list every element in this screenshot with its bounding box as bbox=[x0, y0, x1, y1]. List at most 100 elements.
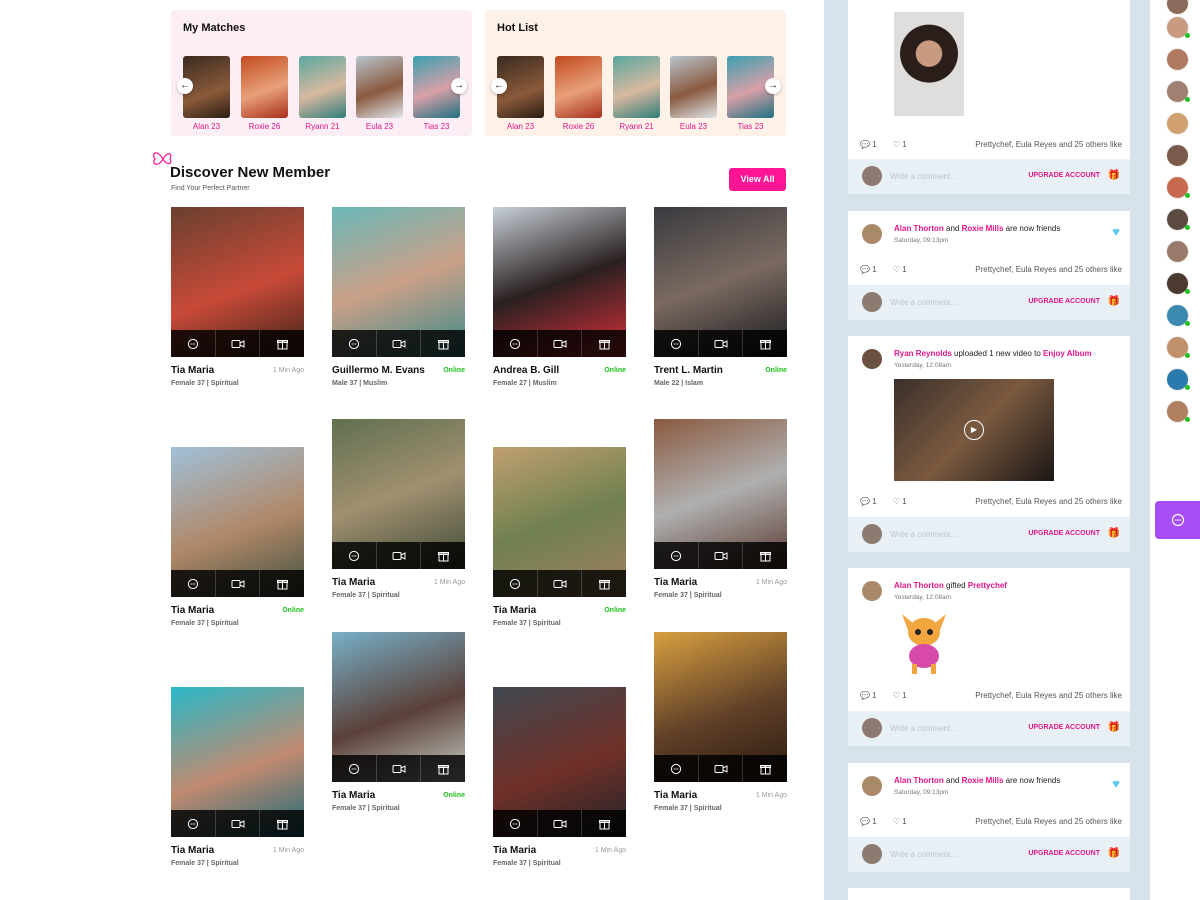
actor-link[interactable]: Ryan Reynolds bbox=[894, 349, 952, 358]
video-call-icon[interactable] bbox=[538, 570, 583, 597]
heart-icon[interactable]: ♡ bbox=[893, 140, 900, 149]
heart-icon[interactable]: ♡ bbox=[893, 265, 900, 274]
arrow-right-icon[interactable]: → bbox=[765, 78, 781, 94]
target-link[interactable]: Prettychef bbox=[968, 581, 1007, 590]
member-name[interactable]: Tia Maria bbox=[171, 845, 214, 856]
heart-icon[interactable]: ♡ bbox=[893, 691, 900, 700]
video-call-icon[interactable] bbox=[699, 755, 744, 782]
video-call-icon[interactable] bbox=[216, 330, 261, 357]
video-call-icon[interactable] bbox=[699, 330, 744, 357]
member-name[interactable]: Tia Maria bbox=[171, 365, 214, 376]
video-call-icon[interactable] bbox=[538, 330, 583, 357]
comment-input[interactable]: Write a comment... bbox=[890, 724, 957, 733]
gift-icon[interactable] bbox=[743, 330, 787, 357]
member-name[interactable]: Andrea B. Gill bbox=[493, 365, 559, 376]
member-photo[interactable] bbox=[654, 207, 787, 357]
member-name[interactable]: Guillermo M. Evans bbox=[332, 365, 425, 376]
member-card[interactable]: Tia Maria 1 Min Ago Female 37 | Spiritual bbox=[171, 207, 304, 387]
message-icon[interactable] bbox=[332, 755, 377, 782]
member-photo[interactable] bbox=[171, 207, 304, 357]
member-card[interactable]: Tia Maria Online Female 37 | Spiritual bbox=[171, 447, 304, 627]
view-all-button[interactable]: View All bbox=[729, 168, 786, 191]
member-name[interactable]: Tia Maria bbox=[493, 605, 536, 616]
member-photo[interactable] bbox=[171, 687, 304, 837]
gift-icon[interactable] bbox=[421, 330, 465, 357]
comment-icon[interactable]: 💬 bbox=[860, 691, 870, 700]
video-call-icon[interactable] bbox=[216, 570, 261, 597]
member-photo[interactable] bbox=[332, 419, 465, 569]
member-name[interactable]: Tia Maria bbox=[654, 577, 697, 588]
member-card[interactable]: Tia Maria 1 Min Ago Female 37 | Spiritual bbox=[332, 419, 465, 599]
target-link[interactable]: Enjoy Album bbox=[1043, 349, 1092, 358]
match-thumb[interactable] bbox=[299, 56, 346, 118]
member-name[interactable]: Tia Maria bbox=[493, 845, 536, 856]
gift-icon[interactable]: 🎁 bbox=[1108, 848, 1120, 859]
comment-input[interactable]: Write a comment... bbox=[890, 172, 957, 181]
target-link[interactable]: Roxie Mills bbox=[962, 776, 1004, 785]
member-name[interactable]: Trent L. Martin bbox=[654, 365, 723, 376]
user-avatar[interactable] bbox=[1166, 0, 1189, 15]
match-thumb[interactable] bbox=[356, 56, 403, 118]
member-card[interactable]: Tia Maria Online Female 37 | Spiritual bbox=[493, 447, 626, 627]
play-icon[interactable]: ▶ bbox=[964, 420, 984, 440]
member-photo[interactable] bbox=[654, 419, 787, 569]
gift-icon[interactable] bbox=[582, 810, 626, 837]
hot-thumb[interactable] bbox=[555, 56, 602, 118]
message-icon[interactable] bbox=[493, 570, 538, 597]
member-photo[interactable] bbox=[654, 632, 787, 782]
actor-link[interactable]: Alan Thorton bbox=[894, 581, 944, 590]
arrow-left-icon[interactable]: ← bbox=[491, 78, 507, 94]
arrow-right-icon[interactable]: → bbox=[451, 78, 467, 94]
message-icon[interactable] bbox=[493, 330, 538, 357]
hot-thumb[interactable] bbox=[613, 56, 660, 118]
comment-icon[interactable]: 💬 bbox=[860, 265, 870, 274]
arrow-left-icon[interactable]: ← bbox=[177, 78, 193, 94]
gift-icon[interactable] bbox=[582, 330, 626, 357]
message-icon[interactable] bbox=[654, 330, 699, 357]
gift-icon[interactable]: 🎁 bbox=[1108, 170, 1120, 181]
upgrade-account-link[interactable]: UPGRADE ACCOUNT bbox=[1028, 172, 1100, 179]
upgrade-account-link[interactable]: UPGRADE ACCOUNT bbox=[1028, 298, 1100, 305]
member-photo[interactable] bbox=[171, 447, 304, 597]
member-name[interactable]: Tia Maria bbox=[654, 790, 697, 801]
gift-icon[interactable] bbox=[260, 810, 304, 837]
video-call-icon[interactable] bbox=[377, 542, 422, 569]
gift-icon[interactable] bbox=[260, 570, 304, 597]
video-call-icon[interactable] bbox=[699, 542, 744, 569]
gift-icon[interactable] bbox=[582, 570, 626, 597]
video-call-icon[interactable] bbox=[216, 810, 261, 837]
upgrade-account-link[interactable]: UPGRADE ACCOUNT bbox=[1028, 724, 1100, 731]
hot-thumb[interactable] bbox=[670, 56, 717, 118]
video-call-icon[interactable] bbox=[538, 810, 583, 837]
upgrade-account-link[interactable]: UPGRADE ACCOUNT bbox=[1028, 530, 1100, 537]
gift-icon[interactable]: 🎁 bbox=[1108, 296, 1120, 307]
comment-input[interactable]: Write a comment... bbox=[890, 850, 957, 859]
member-card[interactable]: Trent L. Martin Online Male 22 | Islam bbox=[654, 207, 787, 387]
user-avatar[interactable] bbox=[1166, 112, 1189, 135]
member-photo[interactable] bbox=[493, 207, 626, 357]
heart-icon[interactable]: ♡ bbox=[893, 817, 900, 826]
member-card[interactable]: Tia Maria 1 Min Ago Female 37 | Spiritual bbox=[654, 632, 787, 812]
member-name[interactable]: Tia Maria bbox=[332, 790, 375, 801]
gift-icon[interactable]: 🎁 bbox=[1108, 722, 1120, 733]
video-call-icon[interactable] bbox=[377, 330, 422, 357]
video-call-icon[interactable] bbox=[377, 755, 422, 782]
member-card[interactable]: Tia Maria 1 Min Ago Female 37 | Spiritual bbox=[171, 687, 304, 867]
message-icon[interactable] bbox=[332, 330, 377, 357]
message-icon[interactable] bbox=[171, 570, 216, 597]
message-icon[interactable] bbox=[493, 810, 538, 837]
comment-input[interactable]: Write a comment... bbox=[890, 298, 957, 307]
user-avatar[interactable] bbox=[1166, 144, 1189, 167]
gift-icon[interactable] bbox=[421, 755, 465, 782]
post-photo[interactable] bbox=[894, 12, 964, 116]
member-name[interactable]: Tia Maria bbox=[332, 577, 375, 588]
gift-icon[interactable] bbox=[743, 755, 787, 782]
member-photo[interactable] bbox=[493, 447, 626, 597]
member-card[interactable]: Andrea B. Gill Online Female 27 | Muslim bbox=[493, 207, 626, 387]
comment-icon[interactable]: 💬 bbox=[860, 497, 870, 506]
member-card[interactable]: Tia Maria 1 Min Ago Female 37 | Spiritual bbox=[493, 687, 626, 867]
gift-icon[interactable] bbox=[260, 330, 304, 357]
member-card[interactable]: Tia Maria Online Female 37 | Spiritual bbox=[332, 632, 465, 812]
actor-link[interactable]: Alan Thorton bbox=[894, 224, 944, 233]
match-thumb[interactable] bbox=[241, 56, 288, 118]
